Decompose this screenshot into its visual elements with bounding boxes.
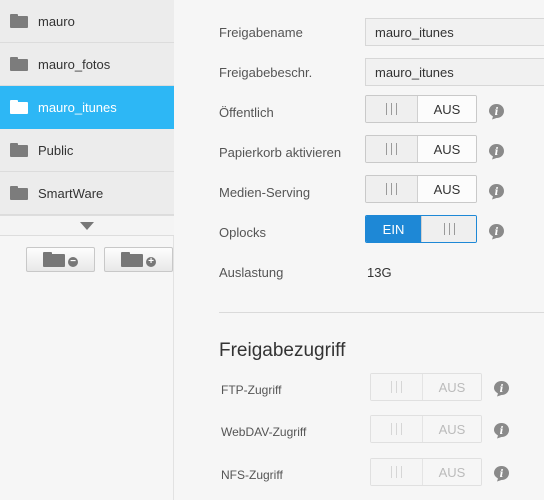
info-icon[interactable]: i (488, 223, 505, 240)
toggle-grip (366, 136, 417, 162)
recycle-bin-label: Papierkorb aktivieren (219, 145, 342, 160)
toggle-state: AUS (422, 374, 481, 400)
folder-icon (10, 57, 28, 71)
share-item-public[interactable]: Public (0, 129, 174, 172)
nfs-access-toggle[interactable]: AUS (370, 458, 482, 486)
info-glyph: i (500, 384, 504, 395)
ftp-access-label: FTP-Zugriff (221, 383, 282, 397)
share-item-label: mauro_itunes (38, 99, 117, 115)
info-glyph: i (500, 469, 504, 480)
plus-icon: + (146, 256, 156, 267)
chevron-down-icon (80, 221, 94, 230)
share-description-label: Freigabebeschr. (219, 65, 313, 80)
info-glyph: i (495, 187, 499, 198)
share-access-heading: Freigabezugriff (219, 340, 346, 361)
oplocks-label: Oplocks (219, 225, 266, 240)
share-item-label: SmartWare (38, 185, 104, 201)
usage-value: 13G (367, 265, 392, 280)
remove-share-button[interactable]: − (26, 247, 95, 272)
public-toggle[interactable]: AUS (365, 95, 477, 123)
public-label: Öffentlich (219, 105, 274, 120)
toggle-state: AUS (422, 459, 481, 485)
info-glyph: i (495, 227, 499, 238)
add-share-button[interactable]: + (104, 247, 173, 272)
folder-icon (10, 143, 28, 157)
share-item-label: Public (38, 142, 74, 158)
recycle-bin-toggle[interactable]: AUS (365, 135, 477, 163)
toggle-grip (366, 96, 417, 122)
media-serving-toggle[interactable]: AUS (365, 175, 477, 203)
toggle-grip (371, 459, 422, 485)
info-glyph: i (500, 426, 504, 437)
oplocks-toggle[interactable]: EIN (365, 215, 477, 243)
share-item-mauro[interactable]: mauro (0, 0, 174, 43)
info-icon[interactable]: i (488, 103, 505, 120)
share-item-mauro-itunes[interactable]: mauro_itunes (0, 86, 174, 129)
info-glyph: i (495, 147, 499, 158)
info-icon[interactable]: i (488, 183, 505, 200)
toggle-grip (366, 176, 417, 202)
folder-icon (10, 186, 28, 200)
info-icon[interactable]: i (493, 380, 510, 397)
toggle-state: AUS (417, 176, 476, 202)
folder-icon (10, 14, 28, 28)
toggle-state: AUS (422, 416, 481, 442)
share-name-input[interactable] (365, 18, 544, 46)
share-item-label: mauro_fotos (38, 56, 111, 72)
info-icon[interactable]: i (488, 143, 505, 160)
section-divider (219, 312, 544, 313)
toggle-state: AUS (417, 96, 476, 122)
nfs-access-label: NFS-Zugriff (221, 468, 283, 482)
toggle-grip (371, 374, 422, 400)
share-settings-panel: Freigabename Freigabebeschr. Öffentlich … (175, 0, 544, 500)
toggle-grip (422, 216, 476, 242)
info-glyph: i (495, 107, 499, 118)
usage-label: Auslastung (219, 265, 284, 280)
folder-remove-icon (43, 252, 65, 267)
share-list-sidebar: mauro mauro_fotos mauro_itunes Public Sm… (0, 0, 174, 500)
share-item-smartware[interactable]: SmartWare (0, 172, 174, 215)
share-item-label: mauro (38, 13, 75, 29)
toggle-state: EIN (366, 216, 422, 242)
toggle-state: AUS (417, 136, 476, 162)
toggle-grip (371, 416, 422, 442)
webdav-access-label: WebDAV-Zugriff (221, 425, 307, 439)
folder-add-icon (121, 252, 143, 267)
share-name-label: Freigabename (219, 25, 303, 40)
webdav-access-toggle[interactable]: AUS (370, 415, 482, 443)
folder-icon (10, 100, 28, 114)
info-icon[interactable]: i (493, 422, 510, 439)
share-description-input[interactable] (365, 58, 544, 86)
media-serving-label: Medien-Serving (219, 185, 311, 200)
share-item-mauro-fotos[interactable]: mauro_fotos (0, 43, 174, 86)
ftp-access-toggle[interactable]: AUS (370, 373, 482, 401)
minus-icon: − (68, 256, 78, 267)
info-icon[interactable]: i (493, 465, 510, 482)
scroll-down-button[interactable] (0, 215, 174, 236)
